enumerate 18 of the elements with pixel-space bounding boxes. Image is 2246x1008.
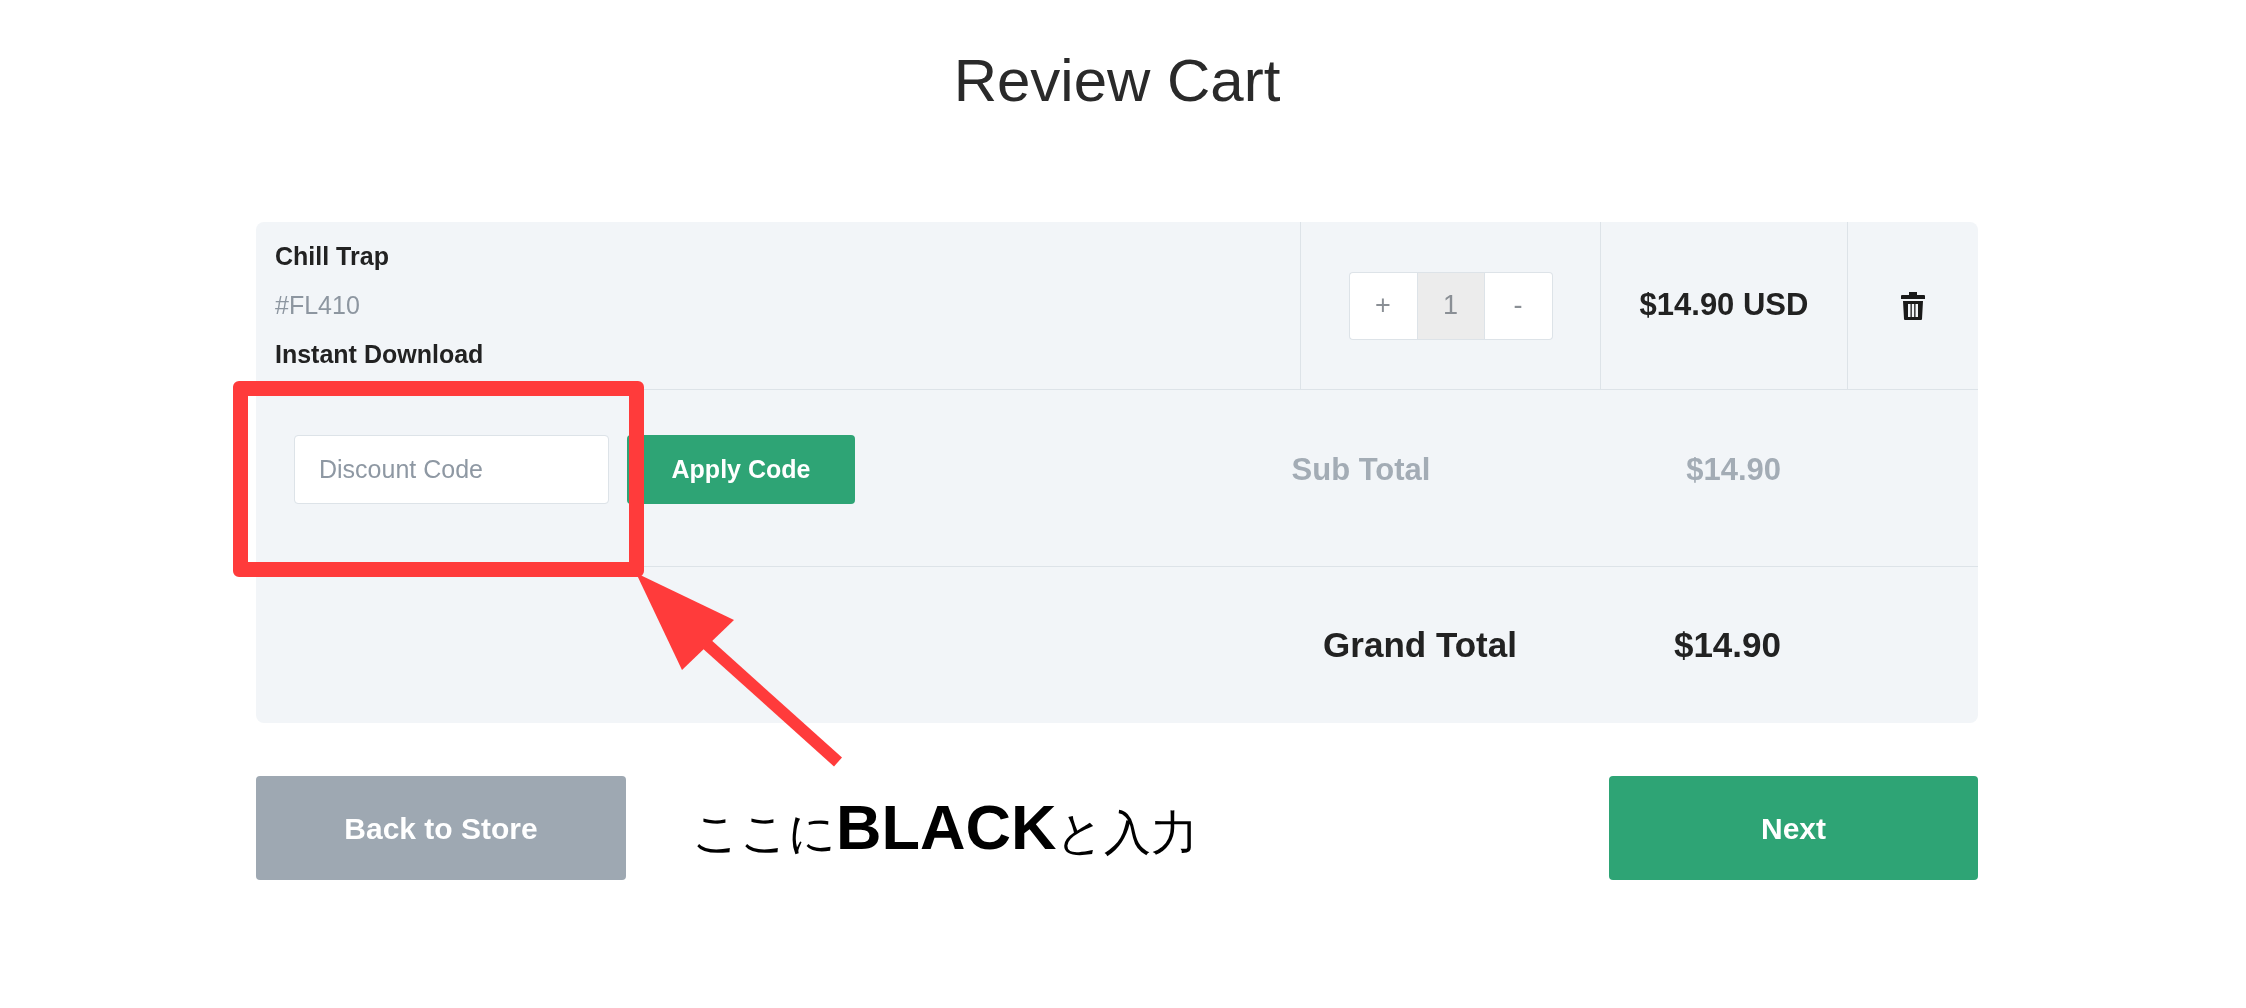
page-title: Review Cart <box>952 46 1282 116</box>
subtotal-value: $14.90 <box>1685 451 1781 489</box>
annotation-text: ここにBLACKと入力 <box>692 793 1199 863</box>
item-price: $14.90 USD <box>1639 286 1809 325</box>
apply-code-button[interactable]: Apply Code <box>627 435 855 504</box>
grand-total-value: $14.90 <box>1672 623 1781 666</box>
decrease-button[interactable]: - <box>1484 271 1553 340</box>
increase-button[interactable]: + <box>1348 271 1417 340</box>
discount-code-field[interactable]: Discount Code <box>294 435 609 504</box>
grand-total-label: Grand Total <box>1322 623 1518 666</box>
product-sku: #FL410 <box>275 290 361 321</box>
back-to-store-button[interactable]: Back to Store <box>256 776 626 880</box>
product-name: Chill Trap <box>275 241 390 272</box>
next-button[interactable]: Next <box>1609 776 1978 880</box>
subtotal-label: Sub Total <box>1290 451 1432 489</box>
quantity-value: 1 <box>1416 271 1485 340</box>
trash-icon[interactable] <box>1901 291 1925 320</box>
delivery-type: Instant Download <box>275 339 485 370</box>
